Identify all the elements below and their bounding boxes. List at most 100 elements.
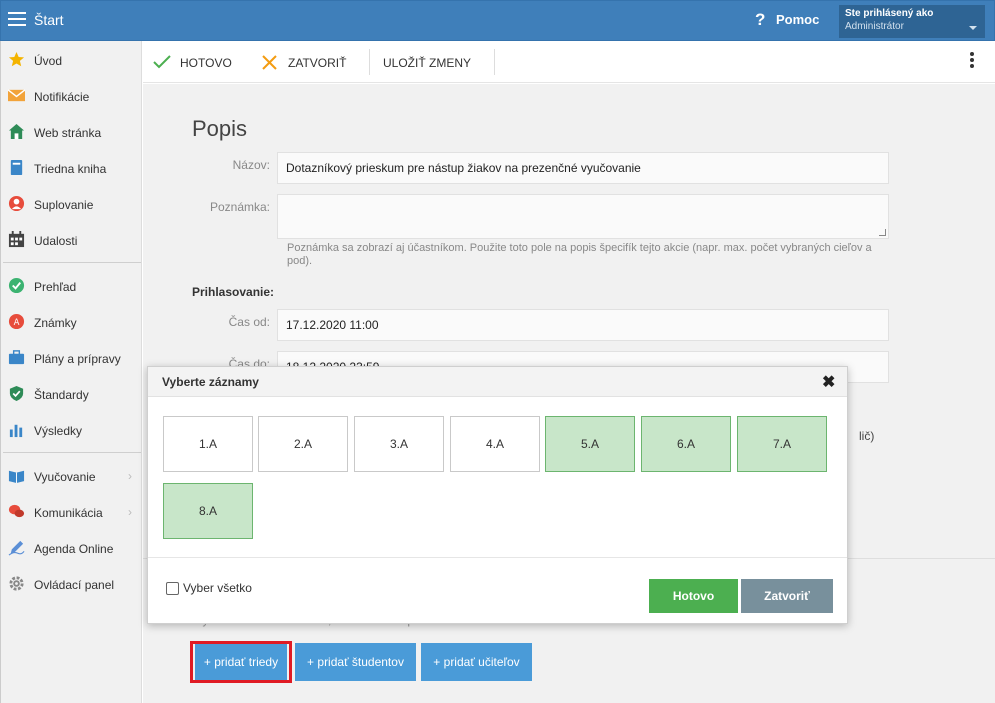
sidebar-item-label: Známky xyxy=(34,316,77,330)
star-icon xyxy=(8,51,25,67)
pencil-icon xyxy=(8,540,25,556)
user-caption: Ste prihlásený ako xyxy=(845,8,934,19)
gear-icon xyxy=(9,576,24,591)
sidebar-item-agenda-online[interactable]: Agenda Online xyxy=(1,530,142,566)
modal-footer-divider xyxy=(148,557,847,558)
sidebar-item-label: Vyučovanie xyxy=(34,470,96,484)
modal-close-icon[interactable]: ✖ xyxy=(822,372,835,392)
sidebar-item-uvod[interactable]: Úvod xyxy=(1,42,142,78)
sidebar-item-komunikacia[interactable]: Komunikácia › xyxy=(1,494,142,530)
close-toolbar-button[interactable]: ZATVORIŤ xyxy=(262,41,362,83)
note-label: Poznámka: xyxy=(209,200,270,214)
sidebar-item-label: Výsledky xyxy=(34,424,83,438)
save-changes-button[interactable]: ULOŽIŤ ZMENY xyxy=(383,41,483,83)
resize-handle-icon[interactable] xyxy=(879,229,886,236)
class-tile-2a[interactable]: 2.A xyxy=(258,416,348,472)
briefcase-icon xyxy=(8,350,25,365)
modal-header: Vyberte záznamy ✖ xyxy=(148,367,847,397)
note-hint: Poznámka sa zobrazí aj účastníkom. Použi… xyxy=(287,242,872,267)
sidebar-item-label: Notifikácie xyxy=(34,90,90,104)
bar-chart-icon xyxy=(9,424,23,438)
hamburger-menu-icon[interactable] xyxy=(8,12,26,28)
grade-icon: A xyxy=(8,313,25,330)
name-field[interactable]: Dotazníkový prieskum pre nástup žiakov n… xyxy=(277,152,889,184)
modal-close-button[interactable]: Zatvoriť xyxy=(741,579,833,613)
time-from-field[interactable]: 17.12.2020 11:00 xyxy=(277,309,889,341)
sidebar-item-vysledky[interactable]: Výsledky xyxy=(1,412,142,448)
class-tile-5a[interactable]: 5.A xyxy=(545,416,635,472)
partially-hidden-text: lič) xyxy=(859,429,875,443)
add-teachers-button[interactable]: + pridať učiteľov xyxy=(421,643,532,681)
checkmark-icon xyxy=(153,55,171,69)
user-role: Administrátor xyxy=(845,21,904,32)
sidebar-item-label: Úvod xyxy=(34,54,63,68)
chevron-right-icon: › xyxy=(128,469,132,483)
sidebar-item-label: Prehľad xyxy=(34,280,77,294)
more-options-icon[interactable] xyxy=(966,52,978,72)
signup-section-title: Prihlasovanie: xyxy=(192,285,275,299)
app-title[interactable]: Štart xyxy=(34,12,64,28)
calendar-icon xyxy=(8,231,25,248)
sidebar-divider xyxy=(3,262,141,263)
save-changes-label: ULOŽIŤ ZMENY xyxy=(383,56,472,70)
add-students-button[interactable]: + pridať študentov xyxy=(295,643,416,681)
sidebar-item-ovladaci-panel[interactable]: Ovládací panel xyxy=(1,566,142,602)
sidebar: Úvod Notifikácie Web stránka Triedna kni… xyxy=(0,41,142,703)
sidebar-item-znamky[interactable]: A Známky xyxy=(1,304,142,340)
sidebar-item-label: Plány a prípravy xyxy=(34,352,121,366)
sidebar-item-label: Štandardy xyxy=(34,388,89,402)
envelope-icon xyxy=(8,89,25,102)
sidebar-item-triedna-kniha[interactable]: Triedna kniha xyxy=(1,150,142,186)
class-tile-1a[interactable]: 1.A xyxy=(163,416,253,472)
sidebar-item-label: Agenda Online xyxy=(34,542,114,556)
shield-icon xyxy=(9,385,24,402)
toolbar: HOTOVO ZATVORIŤ ULOŽIŤ ZMENY xyxy=(143,41,995,83)
top-bar: Štart ? Pomoc Ste prihlásený ako Adminis… xyxy=(0,0,995,41)
highlight-annotation xyxy=(190,641,292,683)
chevron-down-icon xyxy=(969,26,977,30)
sidebar-item-notifikacie[interactable]: Notifikácie xyxy=(1,78,142,114)
open-book-icon xyxy=(8,470,25,484)
sidebar-item-vyucovanie[interactable]: Vyučovanie › xyxy=(1,458,142,494)
class-tile-4a[interactable]: 4.A xyxy=(450,416,540,472)
toolbar-separator xyxy=(369,49,370,75)
sidebar-item-label: Komunikácia xyxy=(34,506,103,520)
user-menu[interactable]: Ste prihlásený ako Administrátor xyxy=(839,5,985,38)
class-tile-3a[interactable]: 3.A xyxy=(354,416,444,472)
done-toolbar-label: HOTOVO xyxy=(180,56,232,70)
sidebar-item-standardy[interactable]: Štandardy xyxy=(1,376,142,412)
done-toolbar-button[interactable]: HOTOVO xyxy=(153,41,253,83)
chevron-right-icon: › xyxy=(128,505,132,519)
sidebar-item-prehlad[interactable]: Prehľad xyxy=(1,268,142,304)
sidebar-item-plany[interactable]: Plány a prípravy xyxy=(1,340,142,376)
note-textarea[interactable] xyxy=(277,194,889,239)
sidebar-divider xyxy=(3,452,141,453)
class-tile-6a[interactable]: 6.A xyxy=(641,416,731,472)
close-icon xyxy=(262,55,277,70)
class-tile-8a[interactable]: 8.A xyxy=(163,483,253,539)
page-title: Popis xyxy=(192,116,248,141)
sidebar-item-web-stranka[interactable]: Web stránka xyxy=(1,114,142,150)
svg-text:A: A xyxy=(14,318,20,328)
book-icon xyxy=(10,159,23,176)
sidebar-item-label: Suplovanie xyxy=(34,198,94,212)
person-icon xyxy=(8,195,25,212)
sidebar-item-udalosti[interactable]: Udalosti xyxy=(1,222,142,258)
check-circle-icon xyxy=(8,277,25,294)
close-toolbar-label: ZATVORIŤ xyxy=(288,56,347,70)
select-all-label: Vyber všetko xyxy=(183,581,252,595)
class-tile-7a[interactable]: 7.A xyxy=(737,416,827,472)
modal-done-button[interactable]: Hotovo xyxy=(649,579,738,613)
time-from-label: Čas od: xyxy=(228,315,270,329)
modal-title: Vyberte záznamy xyxy=(162,375,259,389)
name-label: Názov: xyxy=(232,158,270,172)
sidebar-item-suplovanie[interactable]: Suplovanie xyxy=(1,186,142,222)
sidebar-item-label: Web stránka xyxy=(34,126,102,140)
sidebar-item-label: Triedna kniha xyxy=(34,162,107,176)
toolbar-separator xyxy=(494,49,495,75)
chat-icon xyxy=(8,504,25,518)
select-records-modal: Vyberte záznamy ✖ 1.A 2.A 3.A 4.A 5.A 6.… xyxy=(147,366,848,624)
help-icon[interactable]: ? xyxy=(755,10,765,30)
help-link[interactable]: Pomoc xyxy=(776,12,819,27)
checkbox-box[interactable] xyxy=(166,582,179,595)
